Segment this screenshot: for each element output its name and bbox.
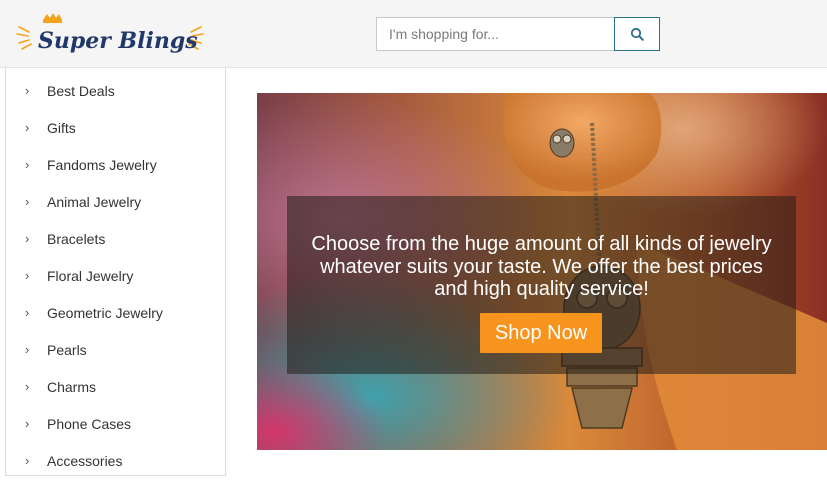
chevron-right-icon: › (25, 267, 30, 283)
chevron-right-icon: › (25, 378, 30, 394)
sidebar-item-pearls[interactable]: › Pearls (6, 331, 225, 368)
sidebar-item-phone-cases[interactable]: › Phone Cases (6, 405, 225, 442)
chevron-right-icon: › (25, 82, 30, 98)
sidebar-item-geometric-jewelry[interactable]: › Geometric Jewelry (6, 294, 225, 331)
sidebar-item-best-deals[interactable]: › Best Deals (6, 72, 225, 109)
sidebar-item-label: Pearls (47, 341, 87, 358)
site-header: Super Blings (0, 0, 827, 68)
sidebar-item-label: Accessories (47, 452, 123, 469)
super-blings-logo[interactable]: Super Blings (14, 12, 214, 60)
category-sidebar: › Best Deals › Gifts › Fandoms Jewelry ›… (5, 68, 226, 476)
sidebar-item-label: Phone Cases (47, 415, 132, 432)
chevron-right-icon: › (25, 304, 30, 320)
sidebar-item-label: Fandoms Jewelry (47, 156, 157, 173)
chevron-right-icon: › (25, 156, 30, 172)
sidebar-item-label: Charms (47, 378, 97, 395)
search-icon (630, 27, 644, 41)
shop-now-button[interactable]: Shop Now (480, 313, 602, 353)
hero-tagline: Choose from the huge amount of all kinds… (311, 233, 772, 300)
sidebar-item-label: Animal Jewelry (47, 193, 142, 210)
sidebar-item-label: Bracelets (47, 230, 106, 247)
sidebar-item-bracelets[interactable]: › Bracelets (6, 220, 225, 257)
chevron-right-icon: › (25, 341, 30, 357)
chevron-right-icon: › (25, 119, 30, 135)
sidebar-item-gifts[interactable]: › Gifts (6, 109, 225, 146)
svg-text:Super Blings: Super Blings (38, 28, 198, 54)
chevron-right-icon: › (25, 230, 30, 246)
chevron-right-icon: › (25, 415, 30, 431)
chevron-right-icon: › (25, 452, 30, 468)
sidebar-item-accessories[interactable]: › Accessories (6, 442, 225, 479)
sidebar-item-label: Geometric Jewelry (47, 304, 163, 321)
sidebar-item-label: Floral Jewelry (47, 267, 134, 284)
crown-icon (43, 13, 62, 23)
sidebar-item-charms[interactable]: › Charms (6, 368, 225, 405)
sidebar-item-label: Gifts (47, 119, 76, 136)
sidebar-item-fandoms-jewelry[interactable]: › Fandoms Jewelry (6, 146, 225, 183)
sidebar-item-label: Best Deals (47, 82, 115, 99)
search-button[interactable] (614, 17, 660, 51)
sidebar-item-animal-jewelry[interactable]: › Animal Jewelry (6, 183, 225, 220)
sidebar-item-floral-jewelry[interactable]: › Floral Jewelry (6, 257, 225, 294)
chevron-right-icon: › (25, 193, 30, 209)
search-input[interactable] (376, 17, 614, 51)
hero-banner: Choose from the huge amount of all kinds… (257, 93, 827, 450)
